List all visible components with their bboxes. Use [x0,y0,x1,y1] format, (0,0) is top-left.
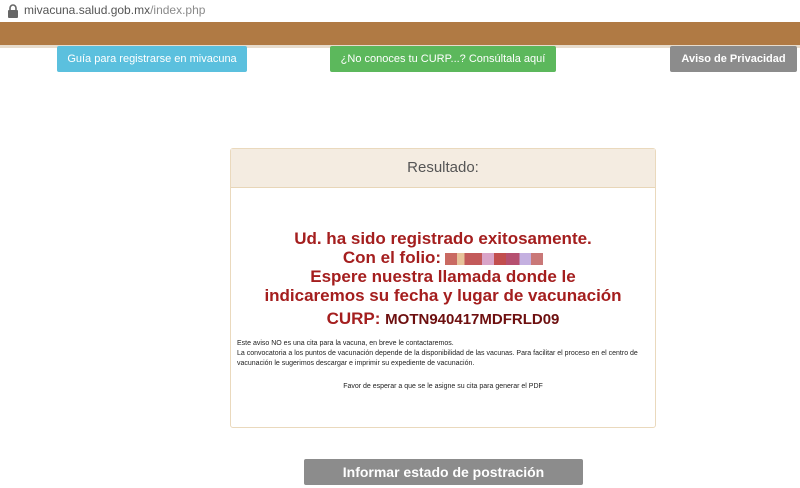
privacy-notice-button[interactable]: Aviso de Privacidad [670,46,797,72]
report-status-button[interactable]: Informar estado de postración [304,459,583,485]
url-domain: mivacuna.salud.gob.mx [24,3,151,17]
curp-label: CURP: [326,309,381,328]
curp-value: MOTN940417MDFRLD09 [385,311,560,328]
curp-line: CURP: MOTN940417MDFRLD09 [231,309,655,329]
folio-line: Con el folio: [231,248,655,268]
header-band [0,22,800,45]
schedule-message: indicaremos su fecha y lugar de vacunaci… [264,286,622,305]
address-bar[interactable]: mivacuna.salud.gob.mx/index.php [0,0,800,23]
curp-lookup-button[interactable]: ¿No conoces tu CURP...? Consúltala aquí [330,46,556,72]
lock-icon [8,4,18,18]
result-title: Resultado: [231,149,655,188]
result-panel: Resultado: Ud. ha sido registrado exitos… [230,148,656,428]
url-path: /index.php [150,3,206,17]
url-text: mivacuna.salud.gob.mx/index.php [24,3,205,17]
success-message: Ud. ha sido registrado exitosamente. [294,229,592,248]
availability-text: La convocatoria a los puntos de vacunaci… [237,350,638,367]
guide-button[interactable]: Guía para registrarse en mivacuna [57,46,247,72]
pdf-wait-text: Favor de esperar a que se le asigne su c… [343,383,543,390]
wait-message: Espere nuestra llamada donde le [310,267,576,286]
notice-text: Este aviso NO es una cita para la vacuna… [237,340,454,347]
folio-redacted [445,252,544,265]
folio-label: Con el folio: [342,248,442,267]
